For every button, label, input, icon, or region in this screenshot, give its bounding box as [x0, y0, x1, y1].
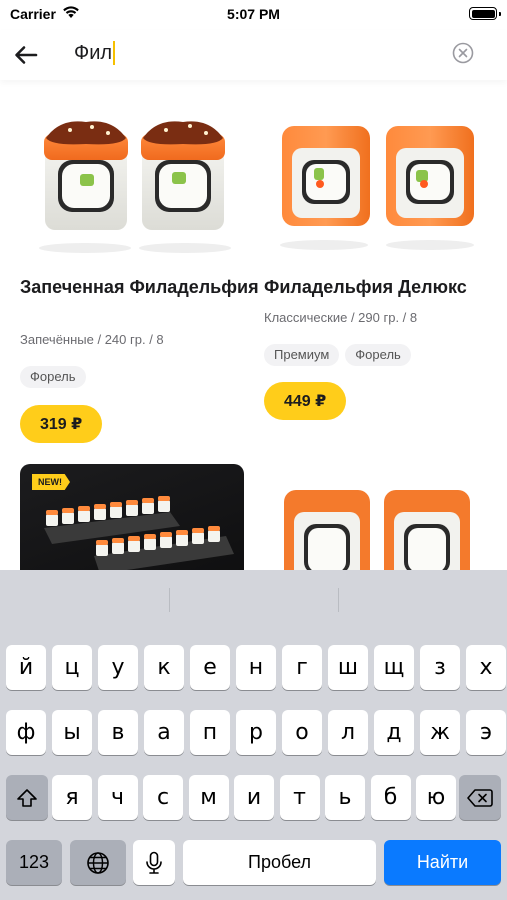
key-letter[interactable]: ь [325, 775, 365, 820]
key-letter[interactable]: ы [52, 710, 92, 755]
product-title: Запеченная Филадельфия [20, 277, 259, 297]
key-letter[interactable]: о [282, 710, 322, 755]
product-image[interactable] [264, 476, 494, 570]
price-button[interactable]: 449 ₽ [264, 382, 347, 420]
key-letter[interactable]: щ [374, 645, 414, 690]
key-letter[interactable]: м [188, 775, 229, 820]
arrow-left-icon [15, 46, 38, 64]
key-letter[interactable]: в [98, 710, 138, 755]
key-letter[interactable]: й [6, 645, 46, 690]
key-letter[interactable]: з [420, 645, 460, 690]
shift-key[interactable] [6, 775, 48, 820]
key-letter[interactable]: ч [97, 775, 138, 820]
key-letter[interactable]: ш [328, 645, 368, 690]
status-time: 5:07 PM [227, 6, 280, 22]
microphone-key[interactable] [133, 840, 175, 885]
key-letter[interactable]: б [370, 775, 411, 820]
new-badge: NEW! [32, 474, 70, 490]
key-letter[interactable]: х [466, 645, 506, 690]
key-letter[interactable]: с [143, 775, 183, 820]
product-meta: Классические / 290 гр. / 8 [264, 310, 418, 325]
key-letter[interactable]: н [236, 645, 276, 690]
key-letter[interactable]: ю [416, 775, 456, 820]
key-letter[interactable]: р [236, 710, 276, 755]
key-letter[interactable]: д [374, 710, 414, 755]
product-tags: Форель [20, 366, 86, 388]
back-button[interactable] [10, 40, 42, 70]
key-letter[interactable]: ц [52, 645, 92, 690]
text-caret [113, 41, 115, 65]
search-input[interactable]: Фил [74, 42, 112, 65]
globe-icon [87, 851, 109, 874]
key-letter[interactable]: а [144, 710, 184, 755]
product-tag: Форель [20, 366, 86, 388]
product-image[interactable] [264, 80, 494, 255]
numbers-key[interactable]: 123 [6, 840, 62, 885]
keyboard: йцукенгшщзх фывапролджэ ячсмитьбю 123 Проб… [0, 570, 507, 900]
product-meta: Запечённые / 240 гр. / 8 [20, 332, 164, 347]
product-tags: Премиум Форель [264, 344, 411, 366]
clear-search-button[interactable] [452, 42, 474, 64]
key-letter[interactable]: е [190, 645, 230, 690]
product-image[interactable] [20, 80, 250, 255]
key-letter[interactable]: ф [6, 710, 46, 755]
key-letter[interactable]: ж [420, 710, 460, 755]
suggestion-bar [0, 570, 507, 630]
product-title: Филадельфия Делюкс [264, 277, 467, 297]
product-tag: Форель [345, 344, 411, 366]
status-bar: Carrier 5:07 PM [0, 0, 507, 30]
price-button[interactable]: 319 ₽ [20, 405, 103, 443]
key-letter[interactable]: п [190, 710, 230, 755]
search-go-key[interactable]: Найти [384, 840, 501, 885]
key-letter[interactable]: т [279, 775, 320, 820]
product-image[interactable]: NEW! [20, 464, 244, 570]
key-letter[interactable]: г [282, 645, 322, 690]
key-letter[interactable]: л [328, 710, 368, 755]
backspace-icon [467, 788, 493, 807]
key-letter[interactable]: я [52, 775, 92, 820]
backspace-key[interactable] [459, 775, 501, 820]
search-header: Фил [0, 30, 507, 80]
microphone-icon [146, 851, 162, 874]
space-key[interactable]: Пробел [183, 840, 376, 885]
key-letter[interactable]: у [98, 645, 138, 690]
product-tag: Премиум [264, 344, 340, 366]
key-letter[interactable]: и [234, 775, 274, 820]
clear-circle-icon [452, 42, 474, 64]
shift-icon [17, 788, 37, 807]
battery-icon [469, 7, 501, 20]
key-letter[interactable]: к [144, 645, 184, 690]
key-letter[interactable]: э [466, 710, 506, 755]
product-grid: Запеченная Филадельфия Запечённые / 240 … [0, 80, 507, 570]
globe-key[interactable] [70, 840, 126, 885]
